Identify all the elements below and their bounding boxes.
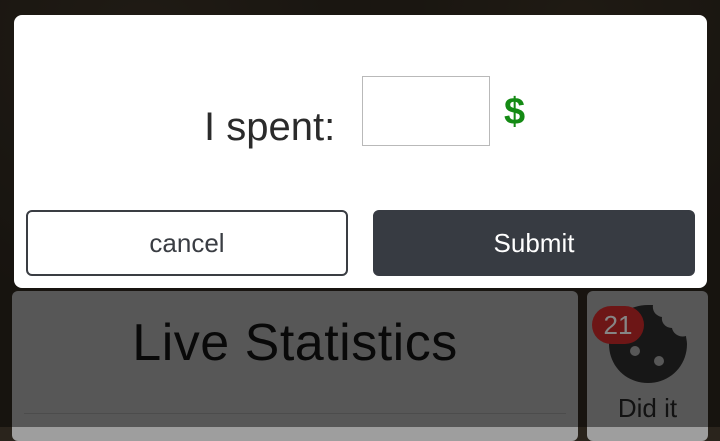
dollar-icon: $ bbox=[504, 91, 526, 133]
submit-button[interactable]: Submit bbox=[373, 210, 695, 276]
cancel-button[interactable]: cancel bbox=[26, 210, 348, 276]
spent-label: I spent: bbox=[204, 105, 336, 149]
amount-input[interactable] bbox=[362, 76, 490, 146]
spent-dialog: I spent: $ cancel Submit bbox=[14, 15, 707, 288]
